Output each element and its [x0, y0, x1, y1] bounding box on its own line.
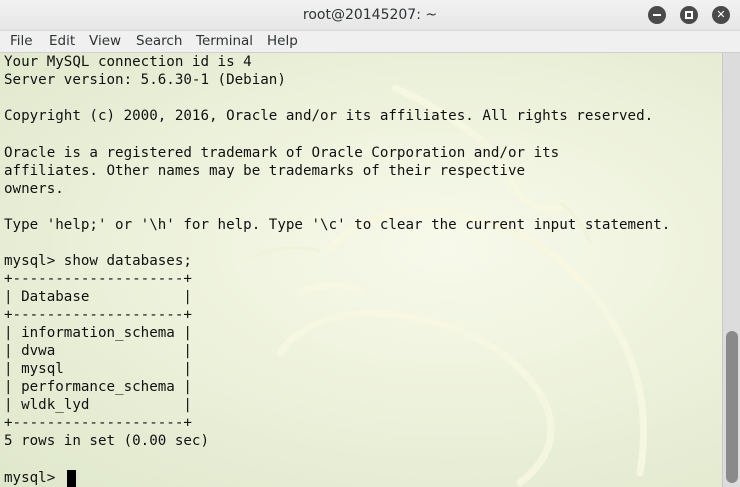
terminal-line: Server version: 5.6.30-1 (Debian): [4, 72, 286, 88]
minimize-icon: [653, 14, 661, 16]
title-bar[interactable]: root@20145207: ~ ✕: [0, 0, 740, 31]
terminal-line: Your MySQL connection id is 4: [4, 54, 252, 70]
menu-terminal[interactable]: Terminal: [196, 33, 253, 49]
terminal-line: | Database |: [4, 289, 192, 305]
terminal-line: Type 'help;' or '\h' for help. Type '\c'…: [4, 217, 671, 233]
terminal-line: Oracle is a registered trademark of Orac…: [4, 145, 560, 161]
close-icon: ✕: [716, 8, 726, 21]
terminal-prompt[interactable]: mysql>: [4, 469, 64, 487]
minimize-button[interactable]: [648, 6, 666, 24]
terminal-line: 5 rows in set (0.00 sec): [4, 433, 209, 449]
terminal-line: +--------------------+: [4, 415, 192, 431]
terminal-line: +--------------------+: [4, 307, 192, 323]
menu-bar: File Edit View Search Terminal Help: [0, 31, 740, 53]
menu-edit[interactable]: Edit: [49, 33, 75, 49]
maximize-icon: [685, 11, 693, 19]
maximize-button[interactable]: [680, 6, 698, 24]
terminal-line: mysql> show databases;: [4, 253, 192, 269]
close-button[interactable]: ✕: [712, 6, 730, 24]
terminal-line: | mysql |: [4, 361, 192, 377]
terminal-line: | performance_schema |: [4, 379, 192, 395]
menu-file[interactable]: File: [10, 33, 33, 49]
terminal-line: +--------------------+: [4, 271, 192, 287]
terminal-output[interactable]: Your MySQL connection id is 4 Server ver…: [0, 53, 722, 487]
terminal-line: owners.: [4, 181, 64, 197]
terminal-line: affiliates. Other names may be trademark…: [4, 163, 526, 179]
terminal-line: | information_schema |: [4, 325, 192, 341]
menu-view[interactable]: View: [89, 33, 121, 49]
terminal-line: | dvwa |: [4, 343, 192, 359]
vertical-scrollbar[interactable]: [722, 53, 740, 487]
window-title: root@20145207: ~: [302, 7, 438, 23]
scrollbar-thumb[interactable]: [726, 331, 738, 483]
terminal-line: | wldk_lyd |: [4, 397, 192, 413]
terminal-line: Copyright (c) 2000, 2016, Oracle and/or …: [4, 108, 654, 124]
text-cursor: [67, 470, 76, 487]
terminal-window: root@20145207: ~ ✕ File Edit View Search…: [0, 0, 740, 487]
menu-help[interactable]: Help: [267, 33, 298, 49]
menu-search[interactable]: Search: [136, 33, 182, 49]
